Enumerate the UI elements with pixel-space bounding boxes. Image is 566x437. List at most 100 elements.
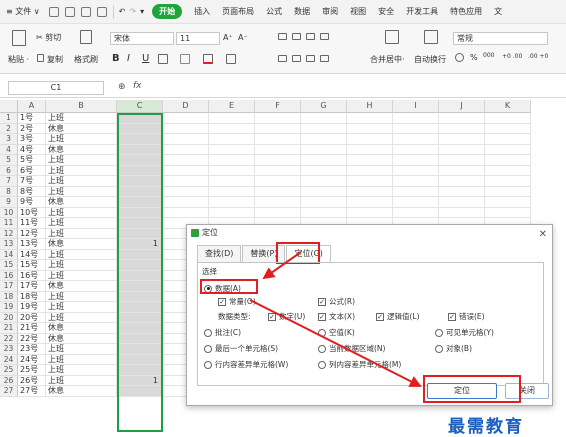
cell-f[interactable] [255,113,301,124]
cell-h[interactable] [347,165,393,176]
cell-a[interactable]: 2号 [18,123,46,134]
row-number[interactable]: 24 [0,354,18,365]
cell-i[interactable] [393,186,439,197]
option-visible[interactable]: 可见单元格(Y) [435,327,494,338]
cell-d[interactable] [163,123,209,134]
cell-b[interactable]: 休息 [46,144,117,155]
bold-button[interactable]: B [112,53,120,64]
cell-b[interactable]: 休息 [46,386,117,397]
cell-e[interactable] [209,134,255,145]
cell-i[interactable] [393,113,439,124]
row-number[interactable]: 14 [0,249,18,260]
align-top-icon[interactable] [278,33,287,40]
cell-j[interactable] [439,186,485,197]
cell-j[interactable] [439,144,485,155]
name-box[interactable]: C1 [8,81,104,95]
cell-h[interactable] [347,134,393,145]
row-number[interactable]: 10 [0,207,18,218]
cell-e[interactable] [209,113,255,124]
cell-b[interactable]: 上班 [46,165,117,176]
cell-g[interactable] [301,134,347,145]
option-formula[interactable]: ✓ 公式(R) [318,296,355,307]
menu-tab[interactable]: 开发工具 [400,6,444,17]
option-current-region[interactable]: 当前数据区域(N) [318,343,385,354]
cell-k[interactable] [485,123,531,134]
cell-d[interactable] [163,197,209,208]
cell-i[interactable] [393,176,439,187]
option-data[interactable]: 数据(A) [204,283,241,294]
cell-j[interactable] [439,165,485,176]
redo-arrow-icon[interactable]: ↷ [127,7,138,16]
cell-b[interactable]: 上班 [46,312,117,323]
column-header-h[interactable]: H [347,100,393,113]
row-number[interactable]: 23 [0,344,18,355]
cut-button[interactable]: ✂ 剪切 [36,32,61,43]
row-number[interactable]: 1 [0,113,18,124]
cell-f[interactable] [255,176,301,187]
cell-g[interactable] [301,113,347,124]
cell-b[interactable]: 上班 [46,260,117,271]
column-header-g[interactable]: G [301,100,347,113]
select-all-corner[interactable] [0,100,18,113]
cell-c[interactable] [117,144,163,155]
cell-c[interactable] [117,312,163,323]
align-right-icon[interactable] [306,55,315,62]
menu-tab[interactable]: 公式 [260,6,288,17]
cell-a[interactable]: 27号 [18,386,46,397]
row-number[interactable]: 11 [0,218,18,229]
paste-icon[interactable] [12,30,26,46]
wrap-text-icon[interactable] [424,30,438,44]
cell-c[interactable] [117,134,163,145]
fill-color-icon[interactable] [180,54,190,64]
row-number[interactable]: 4 [0,144,18,155]
cell-b[interactable]: 休息 [46,333,117,344]
underline-button[interactable]: U [142,53,149,64]
row-number[interactable]: 18 [0,291,18,302]
cell-b[interactable]: 休息 [46,123,117,134]
option-constant[interactable]: ✓ 常量(O) [218,296,256,307]
align-bottom-icon[interactable] [306,33,315,40]
option-col-diff[interactable]: 列内容差异单元格(M) [318,359,401,370]
currency-icon[interactable] [455,53,464,62]
cell-d[interactable] [163,176,209,187]
cell-g[interactable] [301,165,347,176]
cell-b[interactable]: 上班 [46,155,117,166]
cell-j[interactable] [439,123,485,134]
menu-tab[interactable]: 页面布局 [216,6,260,17]
row-number[interactable]: 9 [0,197,18,208]
column-header-i[interactable]: I [393,100,439,113]
format-painter-button[interactable]: 格式刷 [74,54,98,65]
tab-start[interactable]: 开始 [152,4,183,19]
cell-c[interactable] [117,249,163,260]
cell-a[interactable]: 25号 [18,365,46,376]
align-left-icon[interactable] [278,55,287,62]
increase-decimal-button[interactable]: +0 .00 [502,53,522,60]
row-number[interactable]: 13 [0,239,18,250]
cell-b[interactable]: 休息 [46,281,117,292]
font-color-icon[interactable] [203,54,213,64]
cell-e[interactable] [209,197,255,208]
cell-f[interactable] [255,207,301,218]
option-text[interactable]: ✓ 文本(X) [318,311,355,322]
cell-c[interactable] [117,260,163,271]
cell-h[interactable] [347,144,393,155]
cell-d[interactable] [163,207,209,218]
format-painter-icon[interactable] [80,30,92,44]
cell-c[interactable] [117,302,163,313]
cell-a[interactable]: 21号 [18,323,46,334]
cell-g[interactable] [301,207,347,218]
shrink-font-button[interactable]: A⁻ [238,33,248,42]
merge-center-button[interactable]: 合并居中· [370,54,405,65]
row-number[interactable]: 5 [0,155,18,166]
zoom-icon[interactable]: ⊕ [118,82,126,92]
row-number[interactable]: 20 [0,312,18,323]
option-object[interactable]: 对象(B) [435,343,472,354]
cell-b[interactable]: 上班 [46,186,117,197]
cell-j[interactable] [439,155,485,166]
cell-i[interactable] [393,207,439,218]
cell-a[interactable]: 11号 [18,218,46,229]
cell-b[interactable]: 上班 [46,354,117,365]
cell-h[interactable] [347,123,393,134]
dropdown-icon[interactable]: ▾ [138,7,146,16]
cell-h[interactable] [347,155,393,166]
